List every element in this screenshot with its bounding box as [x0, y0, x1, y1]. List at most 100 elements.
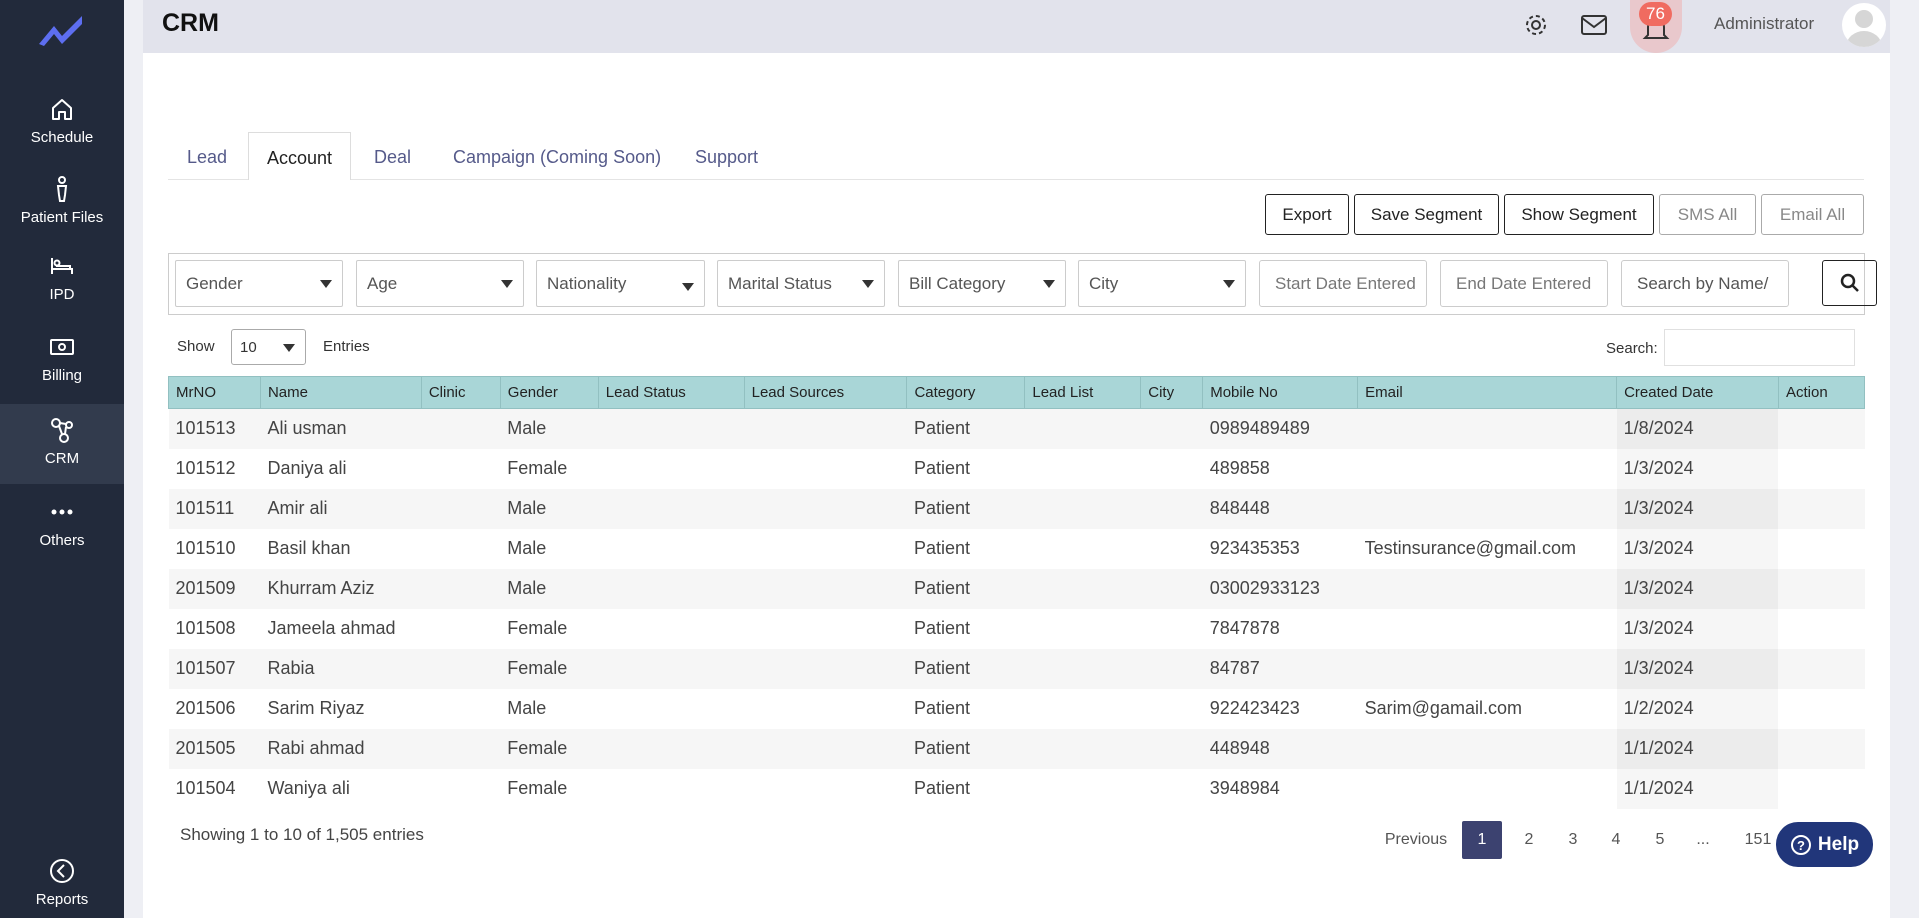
table-cell: 489858	[1209, 458, 1270, 478]
sidebar-item-others[interactable]: Others	[0, 498, 124, 549]
sidebar-item-billing[interactable]: Billing	[0, 333, 124, 384]
table-cell	[1141, 449, 1203, 489]
table-cell: Female	[507, 618, 568, 638]
marital-status-select[interactable]: Marital Status	[717, 260, 885, 307]
page-size-select[interactable]: 10	[231, 329, 306, 365]
table-search-input[interactable]	[1664, 329, 1855, 366]
table-cell	[598, 408, 745, 449]
bill-category-select[interactable]: Bill Category	[898, 260, 1066, 307]
export-button[interactable]: Export	[1265, 194, 1349, 235]
user-name[interactable]: Administrator	[1714, 14, 1814, 34]
column-header[interactable]: Action	[1777, 376, 1866, 409]
tab-campaign[interactable]: Campaign (Coming Soon)	[453, 147, 661, 168]
sidebar-item-ipd[interactable]: IPD	[0, 252, 124, 303]
pagination-page-last[interactable]: 151	[1739, 821, 1777, 859]
table-cell	[744, 648, 907, 689]
sidebar-item-reports[interactable]: Reports	[0, 857, 124, 908]
column-header[interactable]: Email	[1357, 376, 1618, 409]
save-segment-button[interactable]: Save Segment	[1354, 194, 1499, 235]
entries-label: Entries	[323, 338, 370, 355]
mail-icon[interactable]	[1579, 10, 1609, 40]
column-header[interactable]: Lead Status	[597, 376, 745, 409]
table-cell: 1/3/2024	[1616, 568, 1779, 609]
column-header[interactable]: Name	[259, 376, 422, 409]
table-cell	[744, 568, 907, 609]
page-scrollbar[interactable]	[1901, 0, 1919, 918]
tab-deal[interactable]: Deal	[374, 147, 411, 168]
table-cell: 1/2/2024	[1616, 688, 1779, 729]
table-cell	[598, 529, 744, 569]
table-cell	[744, 609, 907, 649]
table-cell: 922423423	[1209, 698, 1300, 718]
table-row[interactable]: 101508 Jameela ahmad Female Patient 7847878 1…	[169, 608, 1865, 649]
pagination-page-3[interactable]: 3	[1558, 821, 1588, 859]
column-header[interactable]: Gender	[499, 376, 599, 409]
sms-all-button[interactable]: SMS All	[1659, 194, 1756, 235]
table-cell: Patient	[913, 698, 970, 718]
nationality-select[interactable]: Nationality	[536, 260, 705, 307]
column-header[interactable]: City	[1140, 376, 1204, 409]
start-date-input[interactable]: Start Date Entered	[1259, 260, 1427, 307]
table-cell: Rabia	[260, 648, 422, 689]
table-cell	[1025, 769, 1141, 809]
sidebar: Schedule Patient Files IPD Billing CRM O…	[0, 0, 124, 918]
tab-lead[interactable]: Lead	[187, 147, 227, 168]
sidebar-item-crm[interactable]: CRM	[0, 404, 124, 484]
end-date-input[interactable]: End Date Entered	[1440, 260, 1608, 307]
column-header[interactable]: Created Date	[1616, 376, 1779, 409]
tab-support[interactable]: Support	[695, 147, 758, 168]
avatar[interactable]	[1842, 3, 1886, 47]
pagination-page-5[interactable]: 5	[1645, 821, 1675, 859]
table-row[interactable]: 201509 Khurram Aziz Male Patient 03002933123…	[168, 568, 1865, 609]
column-header[interactable]: Lead Sources	[743, 376, 908, 409]
pagination-page-4[interactable]: 4	[1601, 821, 1631, 859]
table-cell: Patient	[913, 618, 970, 638]
help-button[interactable]: ? Help	[1776, 822, 1873, 867]
table-cell: 1/1/2024	[1616, 728, 1779, 769]
table-cell: Patient	[906, 728, 1025, 769]
table-row[interactable]: 101507 Rabia Female Patient 84787 1/3/2024	[168, 648, 1865, 689]
show-segment-button[interactable]: Show Segment	[1504, 194, 1654, 235]
table-row[interactable]: 201505 Rabi ahmad Female Patient 448948 1/1/2…	[168, 728, 1865, 769]
search-button[interactable]	[1822, 260, 1877, 306]
table-row[interactable]: 101512 Daniya ali Female Patient 489858 1/3/2…	[169, 448, 1865, 489]
table-cell	[1778, 689, 1864, 729]
gender-select[interactable]: Gender	[175, 260, 343, 307]
search-name-input[interactable]: Search by Name/	[1621, 260, 1789, 307]
table-row[interactable]: 101510 Basil khan Male Patient 923435353 Test…	[169, 528, 1865, 569]
table-cell: 1/3/2024	[1616, 608, 1779, 649]
city-select[interactable]: City	[1078, 260, 1246, 307]
table-cell	[1025, 529, 1141, 569]
settings-icon[interactable]	[1521, 10, 1551, 40]
table-cell	[1024, 568, 1141, 609]
logo-icon[interactable]	[36, 12, 86, 48]
sidebar-item-patient-files[interactable]: Patient Files	[0, 175, 124, 226]
column-header[interactable]: MrNO	[168, 376, 261, 409]
pagination-page-1[interactable]: 1	[1462, 821, 1502, 859]
pagination-previous[interactable]: Previous	[1381, 821, 1451, 859]
table-cell: Female	[507, 458, 568, 478]
table-cell	[744, 769, 907, 809]
tab-account[interactable]: Account	[248, 132, 352, 180]
table-row[interactable]: 101511 Amir ali Male Patient 848448 1/3/2024	[168, 488, 1865, 529]
table-row[interactable]: 201506 Sarim Riyaz Male Patient 922423423 Sar…	[169, 688, 1865, 729]
sidebar-item-label: Patient Files	[20, 209, 104, 226]
column-header[interactable]: Lead List	[1024, 376, 1142, 409]
caret-down-icon	[501, 280, 513, 288]
email-all-button[interactable]: Email All	[1761, 194, 1864, 235]
table-row[interactable]: 101504 Waniya ali Female Patient 3948984 1/1/…	[169, 768, 1865, 809]
column-header[interactable]: Clinic	[420, 376, 501, 409]
gender-select-label: Gender	[186, 274, 243, 293]
crm-icon	[51, 418, 73, 443]
age-select[interactable]: Age	[356, 260, 524, 307]
table-row[interactable]: 101513 Ali usman Male Patient 0989489489 1/8/…	[168, 408, 1865, 449]
table-cell	[1025, 689, 1141, 729]
sidebar-item-schedule[interactable]: Schedule	[0, 95, 124, 146]
table-cell	[1140, 568, 1203, 609]
table-cell	[1024, 408, 1141, 449]
table-cell: Daniya ali	[267, 458, 347, 478]
column-header[interactable]: Category	[906, 376, 1026, 409]
pagination-page-2[interactable]: 2	[1514, 821, 1544, 859]
table-cell: 1/1/2024	[1616, 768, 1779, 809]
column-header[interactable]: Mobile No	[1202, 376, 1359, 409]
